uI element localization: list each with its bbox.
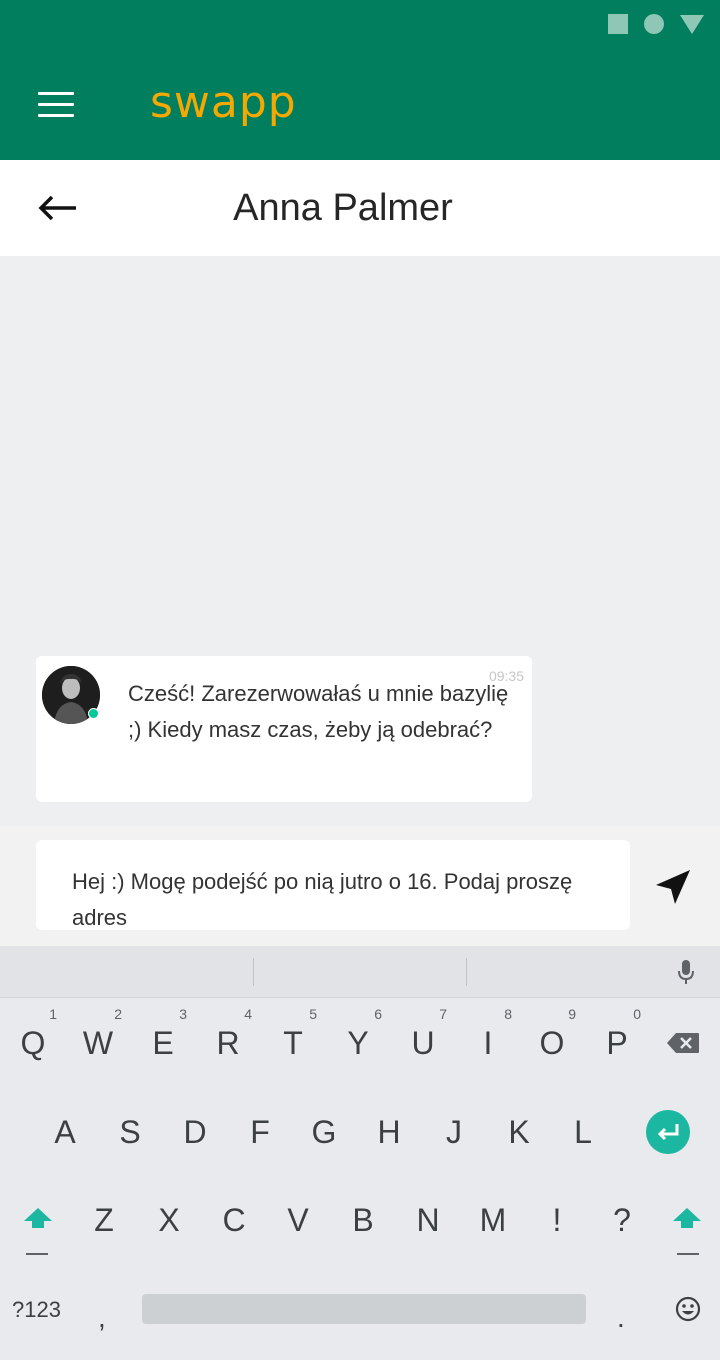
key-hint: 8 bbox=[504, 1006, 512, 1022]
key-g[interactable]: G bbox=[294, 1097, 354, 1167]
suggestion-strip bbox=[0, 946, 720, 998]
menu-button[interactable] bbox=[38, 92, 74, 118]
key-exclamation[interactable]: ! bbox=[527, 1185, 587, 1255]
key-hint: 2 bbox=[114, 1006, 122, 1022]
key-o[interactable]: O9 bbox=[522, 1006, 582, 1078]
key-l[interactable]: L bbox=[553, 1097, 613, 1167]
key-d[interactable]: D bbox=[165, 1097, 225, 1167]
key-label: U bbox=[411, 1025, 435, 1061]
enter-icon bbox=[657, 1124, 679, 1141]
key-label: R bbox=[216, 1025, 240, 1061]
key-a[interactable]: A bbox=[35, 1097, 95, 1167]
key-u[interactable]: U7 bbox=[393, 1006, 453, 1078]
backspace-key[interactable] bbox=[666, 1032, 700, 1054]
send-icon bbox=[656, 870, 690, 904]
microphone-button[interactable] bbox=[676, 958, 696, 986]
square-icon bbox=[608, 14, 628, 34]
backspace-icon bbox=[667, 1033, 699, 1053]
key-p[interactable]: P0 bbox=[587, 1006, 647, 1078]
hamburger-line bbox=[38, 103, 74, 106]
shift-icon bbox=[673, 1208, 701, 1255]
message-input-text[interactable]: Hej :) Mogę podejść po nią jutro o 16. P… bbox=[72, 864, 612, 936]
divider bbox=[253, 958, 254, 986]
shift-icon bbox=[24, 1208, 52, 1255]
smiley-icon bbox=[675, 1296, 701, 1322]
key-label: P bbox=[606, 1025, 628, 1061]
key-hint: 9 bbox=[568, 1006, 576, 1022]
app-logo: swapp bbox=[150, 77, 297, 128]
key-hint: 3 bbox=[179, 1006, 187, 1022]
key-n[interactable]: N bbox=[398, 1185, 458, 1255]
triangle-icon bbox=[680, 14, 704, 34]
key-hint: 1 bbox=[49, 1006, 57, 1022]
contact-name: Anna Palmer bbox=[233, 187, 453, 229]
key-r[interactable]: R4 bbox=[198, 1006, 258, 1078]
soft-keyboard: Q1 W2 E3 R4 T5 Y6 U7 I8 O9 P0 A S D F G … bbox=[0, 946, 720, 1360]
key-label: T bbox=[283, 1025, 303, 1061]
message-composer: Hej :) Mogę podejść po nią jutro o 16. P… bbox=[0, 826, 720, 946]
hamburger-icon bbox=[38, 92, 74, 95]
send-button[interactable] bbox=[652, 866, 694, 908]
hamburger-line bbox=[38, 114, 74, 117]
circle-icon bbox=[644, 14, 664, 34]
key-hint: 7 bbox=[439, 1006, 447, 1022]
comma-key[interactable]: , bbox=[98, 1302, 106, 1334]
key-s[interactable]: S bbox=[100, 1097, 160, 1167]
key-t[interactable]: T5 bbox=[263, 1006, 323, 1078]
shift-key-left[interactable] bbox=[18, 1204, 58, 1264]
message-text: Cześć! Zarezerwowałaś u mnie bazylię ;) … bbox=[128, 681, 509, 742]
key-label: Q bbox=[20, 1025, 46, 1061]
key-label: O bbox=[539, 1025, 565, 1061]
symbols-key[interactable]: ?123 bbox=[12, 1297, 61, 1323]
key-y[interactable]: Y6 bbox=[328, 1006, 388, 1078]
key-label: W bbox=[82, 1025, 114, 1061]
key-z[interactable]: Z bbox=[74, 1185, 134, 1255]
key-q[interactable]: Q1 bbox=[3, 1006, 63, 1078]
key-hint: 0 bbox=[633, 1006, 641, 1022]
key-question[interactable]: ? bbox=[592, 1185, 652, 1255]
conversation-header: Anna Palmer bbox=[0, 160, 720, 256]
emoji-key[interactable] bbox=[674, 1295, 702, 1323]
key-w[interactable]: W2 bbox=[68, 1006, 128, 1078]
space-bar[interactable] bbox=[142, 1294, 586, 1324]
app-bar: swapp bbox=[0, 0, 720, 160]
microphone-icon bbox=[678, 960, 694, 984]
key-i[interactable]: I8 bbox=[458, 1006, 518, 1078]
online-indicator bbox=[88, 708, 99, 719]
enter-key[interactable] bbox=[646, 1110, 690, 1154]
key-m[interactable]: M bbox=[463, 1185, 523, 1255]
key-hint: 5 bbox=[309, 1006, 317, 1022]
key-j[interactable]: J bbox=[424, 1097, 484, 1167]
key-b[interactable]: B bbox=[333, 1185, 393, 1255]
key-v[interactable]: V bbox=[268, 1185, 328, 1255]
divider bbox=[466, 958, 467, 986]
message-list[interactable]: 09:35 Cześć! Zarezerwowałaś u mnie bazyl… bbox=[0, 256, 720, 826]
key-c[interactable]: C bbox=[204, 1185, 264, 1255]
key-hint: 6 bbox=[374, 1006, 382, 1022]
period-key[interactable]: . bbox=[617, 1302, 625, 1334]
key-k[interactable]: K bbox=[489, 1097, 549, 1167]
key-hint: 4 bbox=[244, 1006, 252, 1022]
system-nav-icons bbox=[608, 14, 704, 34]
key-label: E bbox=[152, 1025, 174, 1061]
key-x[interactable]: X bbox=[139, 1185, 199, 1255]
key-h[interactable]: H bbox=[359, 1097, 419, 1167]
key-f[interactable]: F bbox=[230, 1097, 290, 1167]
message-bubble: 09:35 Cześć! Zarezerwowałaś u mnie bazyl… bbox=[36, 656, 532, 802]
key-label: Y bbox=[347, 1025, 369, 1061]
key-e[interactable]: E3 bbox=[133, 1006, 193, 1078]
message-input[interactable]: Hej :) Mogę podejść po nią jutro o 16. P… bbox=[36, 840, 630, 930]
key-label: I bbox=[483, 1025, 493, 1061]
shift-key-right[interactable] bbox=[667, 1204, 707, 1264]
